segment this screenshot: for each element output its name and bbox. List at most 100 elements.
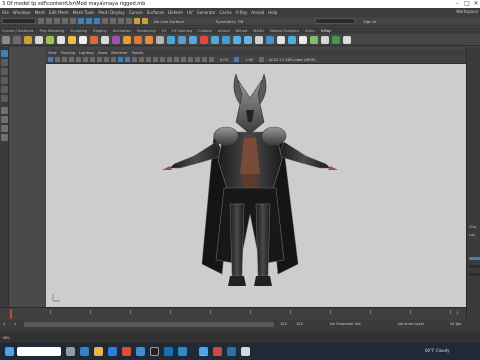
menu-edit-mesh[interactable]: Edit Mesh <box>49 10 69 15</box>
menu-windows[interactable]: Windows <box>13 10 31 15</box>
snap-view-icon[interactable] <box>126 18 132 24</box>
menu-generate[interactable]: Generate <box>197 10 216 15</box>
mail-icon[interactable] <box>108 347 117 356</box>
vray-proxy-icon[interactable] <box>145 35 153 44</box>
camera-far-value[interactable]: 1.00 <box>245 58 253 62</box>
four-view-layout-icon[interactable] <box>1 116 8 123</box>
menu-set-dropdown[interactable] <box>2 18 36 24</box>
menu-mesh-tools[interactable]: Mesh Tools <box>73 10 95 15</box>
depth-of-field-icon[interactable] <box>188 57 193 62</box>
snap-grid-icon[interactable] <box>102 18 108 24</box>
close-button[interactable]: ✕ <box>471 0 480 8</box>
viewport[interactable] <box>46 64 466 307</box>
menu-mesh[interactable]: Mesh <box>35 10 46 15</box>
resolution-gate-icon[interactable] <box>90 57 95 62</box>
shelf-tab-custom[interactable]: Custom <box>198 29 212 33</box>
shelf-tab-rendering[interactable]: Rendering <box>137 29 155 33</box>
playback-start-field[interactable]: 1 <box>14 322 16 326</box>
shelf-menu-icon[interactable] <box>13 35 21 44</box>
lasso-tool-icon[interactable] <box>1 59 8 66</box>
maya-taskbar-icon[interactable] <box>199 347 208 356</box>
vray-vfb-icon[interactable] <box>244 35 252 44</box>
undo-icon[interactable] <box>62 18 68 24</box>
color-space-label[interactable]: ACES 1.0 SDR-video (sRGB) <box>269 58 316 62</box>
notepad-icon[interactable] <box>241 347 250 356</box>
vray-mesh-light-icon[interactable] <box>101 35 109 44</box>
file-explorer-icon[interactable] <box>94 347 103 356</box>
character-set-dropdown[interactable]: No Character Set <box>330 322 361 326</box>
menu-file[interactable]: File <box>2 10 9 15</box>
range-slider[interactable] <box>24 322 274 327</box>
layer-row[interactable] <box>469 273 480 276</box>
anti-aliasing-icon[interactable] <box>181 57 186 62</box>
start-button-icon[interactable] <box>5 347 14 356</box>
outliner-layout-icon[interactable] <box>1 134 8 141</box>
symmetry-label[interactable]: Symmetry: Off <box>216 19 244 24</box>
menu-mesh-display[interactable]: Mesh Display <box>98 10 125 15</box>
use-all-lights-icon[interactable] <box>153 57 158 62</box>
camera-select-icon[interactable] <box>48 57 53 62</box>
task-view-icon[interactable] <box>66 347 75 356</box>
vray-scene-icon[interactable] <box>167 35 175 44</box>
isolate-select-icon[interactable] <box>195 57 200 62</box>
vray-dome-light-icon[interactable] <box>57 35 65 44</box>
layer-editor-label[interactable]: Lay <box>469 233 475 237</box>
shelf-tab-sculpting[interactable]: Sculpting <box>70 29 87 33</box>
safe-action-icon[interactable] <box>111 57 116 62</box>
app-taskbar-icon[interactable] <box>213 347 222 356</box>
chrome-edge-icon[interactable] <box>80 347 89 356</box>
weather-label[interactable]: 60°F Cloudy <box>425 348 449 353</box>
panel-menu-view[interactable]: View <box>48 51 57 55</box>
color-management-icon[interactable] <box>259 57 265 62</box>
layer-row[interactable] <box>469 265 480 268</box>
menu-deform[interactable]: Deform <box>168 10 183 15</box>
search-box[interactable] <box>17 347 61 356</box>
selected-layer-row[interactable] <box>469 257 480 260</box>
xray-icon[interactable] <box>202 57 207 62</box>
sign-in-label[interactable]: Sign In <box>363 19 376 24</box>
anim-layer-dropdown[interactable]: No Anim Layer <box>398 322 424 326</box>
vray-cosmos-icon[interactable] <box>277 35 285 44</box>
photoshop-icon[interactable] <box>136 347 145 356</box>
current-frame-field[interactable]: 1 <box>456 311 458 315</box>
ipr-render-icon[interactable] <box>142 18 148 24</box>
range-end-field[interactable]: 120 <box>296 322 303 326</box>
paint-select-tool-icon[interactable] <box>1 68 8 75</box>
motion-blur-icon[interactable] <box>174 57 179 62</box>
shelf-tab-bifrost[interactable]: Bifrost <box>236 29 248 33</box>
vray-lightmix-icon[interactable] <box>255 35 263 44</box>
vray-render-icon[interactable] <box>24 35 32 44</box>
xray-joints-icon[interactable] <box>209 57 214 62</box>
side-by-side-layout-icon[interactable] <box>1 125 8 132</box>
field-chart-icon[interactable] <box>104 57 109 62</box>
rotate-tool-icon[interactable] <box>1 86 8 93</box>
vray-frame-buffer-icon[interactable] <box>35 35 43 44</box>
vray-toggle-icon[interactable] <box>321 35 329 44</box>
shelf-tab-animation[interactable]: Animation <box>113 29 131 33</box>
vray-help-icon[interactable] <box>299 35 307 44</box>
vray-settings-icon[interactable] <box>310 35 318 44</box>
shelf-tab-poly[interactable]: Poly Modeling <box>40 29 65 33</box>
vray-render-element-icon[interactable] <box>233 35 241 44</box>
smooth-shade-icon[interactable] <box>125 57 130 62</box>
panel-menu-shading[interactable]: Shading <box>61 51 76 55</box>
shelf-tab-fx[interactable]: FX <box>162 29 167 33</box>
chrome-icon[interactable] <box>122 347 131 356</box>
shelf-tab-motion-graphics[interactable]: Motion Graphics <box>270 29 299 33</box>
shadows-icon[interactable] <box>160 57 165 62</box>
vray-sun-icon[interactable] <box>90 35 98 44</box>
vray-displacement-icon[interactable] <box>200 35 208 44</box>
panel-menu-show[interactable]: Show <box>98 51 108 55</box>
shelf-tab-arnold[interactable]: Arnold <box>218 29 230 33</box>
panel-menu-renderer[interactable]: Renderer <box>111 51 127 55</box>
save-scene-icon[interactable] <box>54 18 60 24</box>
vray-chaos-icon[interactable] <box>332 35 340 44</box>
menu-uv[interactable]: UV <box>187 10 193 15</box>
time-slider[interactable]: 1 <box>0 307 466 320</box>
menu-curves[interactable]: Curves <box>129 10 143 15</box>
playback-end-field[interactable]: 120 <box>280 322 287 326</box>
shelf-tab-fx-caching[interactable]: FX Caching <box>172 29 192 33</box>
redo-icon[interactable] <box>70 18 76 24</box>
vray-mtl-icon[interactable] <box>123 35 131 44</box>
shelf-tab-rigging[interactable]: Rigging <box>93 29 107 33</box>
